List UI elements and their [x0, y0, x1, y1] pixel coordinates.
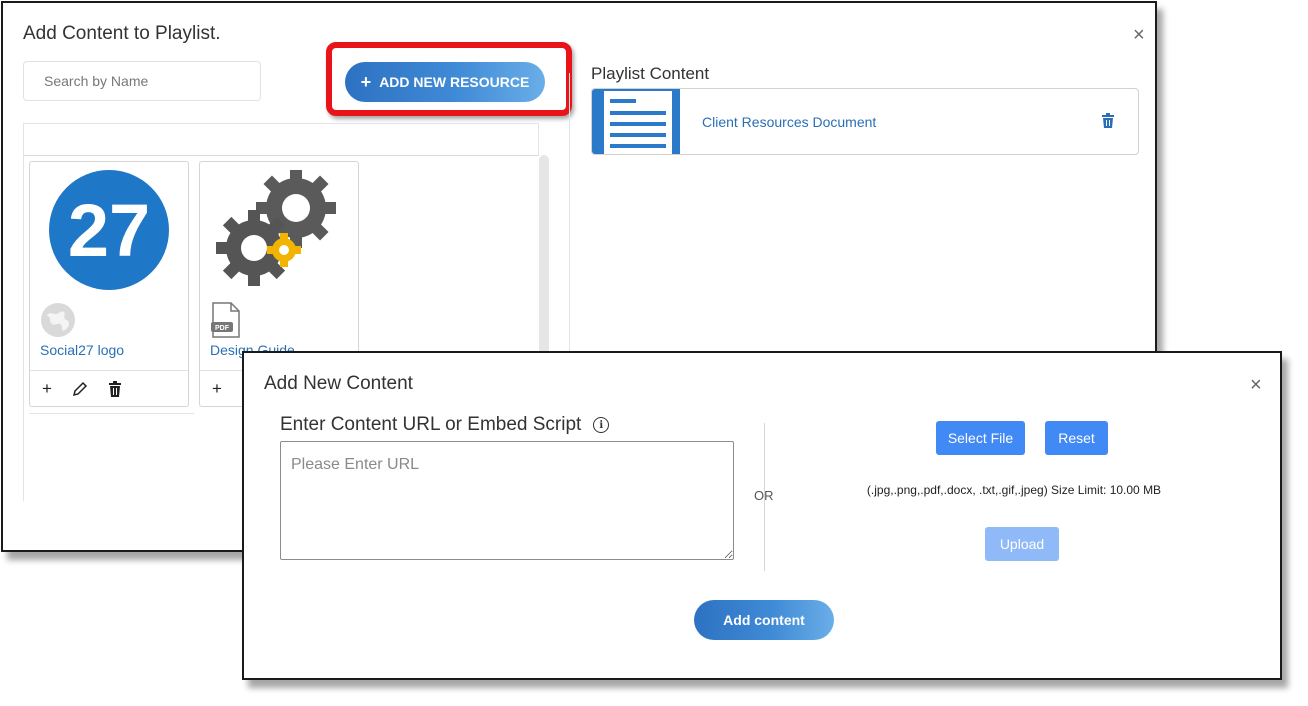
search-input[interactable] — [23, 61, 261, 101]
globe-icon — [40, 302, 76, 338]
add-new-resource-label: ADD NEW RESOURCE — [379, 74, 530, 90]
pdf-label: PDF — [215, 325, 230, 332]
add-to-playlist-button[interactable]: + — [42, 379, 52, 399]
trash-icon[interactable] — [108, 380, 122, 397]
reset-button[interactable]: Reset — [1045, 421, 1108, 455]
plus-icon: + — [360, 71, 372, 92]
dialog-title: Add New Content — [264, 373, 413, 394]
select-file-button[interactable]: Select File — [936, 421, 1025, 455]
add-to-playlist-button[interactable]: + — [212, 379, 222, 399]
file-limits-text: (.jpg,.png,.pdf,.docx, .txt,.gif,.jpeg) … — [866, 483, 1162, 497]
close-icon[interactable]: × — [1250, 375, 1262, 395]
info-icon[interactable]: i — [593, 417, 610, 433]
playlist-item-name[interactable]: Client Resources Document — [702, 114, 876, 130]
add-new-resource-button[interactable]: + ADD NEW RESOURCE — [345, 62, 545, 102]
or-label: OR — [754, 488, 774, 503]
upload-button[interactable]: Upload — [985, 527, 1059, 561]
url-field-label: Enter Content URL or Embed Script i — [280, 414, 610, 436]
resource-name[interactable]: Social27 logo — [40, 342, 124, 358]
resource-card[interactable]: 27 Social27 logo + — [29, 161, 189, 407]
resource-thumbnail: 27 — [30, 162, 188, 297]
logo-text: 27 — [68, 189, 150, 272]
add-new-content-dialog: Add New Content × Enter Content URL or E… — [242, 351, 1282, 680]
trash-icon[interactable] — [1102, 113, 1114, 133]
edit-icon[interactable] — [72, 381, 88, 397]
resource-actions: + — [30, 370, 188, 406]
dialog-title: Add Content to Playlist. — [23, 23, 221, 44]
pdf-file-icon: PDF — [210, 302, 246, 338]
document-icon — [592, 89, 693, 154]
resource-thumbnail — [200, 162, 358, 297]
resource-list-header — [23, 123, 539, 156]
playlist-item[interactable]: Client Resources Document — [591, 88, 1139, 155]
playlist-content-title: Playlist Content — [591, 64, 710, 83]
add-content-button[interactable]: Add content — [694, 600, 834, 640]
social27-logo-icon: 27 — [49, 169, 169, 290]
close-icon[interactable]: × — [1133, 25, 1145, 45]
resource-grid-divider — [29, 413, 194, 414]
panel-border — [23, 156, 24, 501]
url-input[interactable] — [280, 441, 734, 560]
url-label-text: Enter Content URL or Embed Script — [280, 414, 582, 435]
gears-icon — [216, 169, 336, 286]
